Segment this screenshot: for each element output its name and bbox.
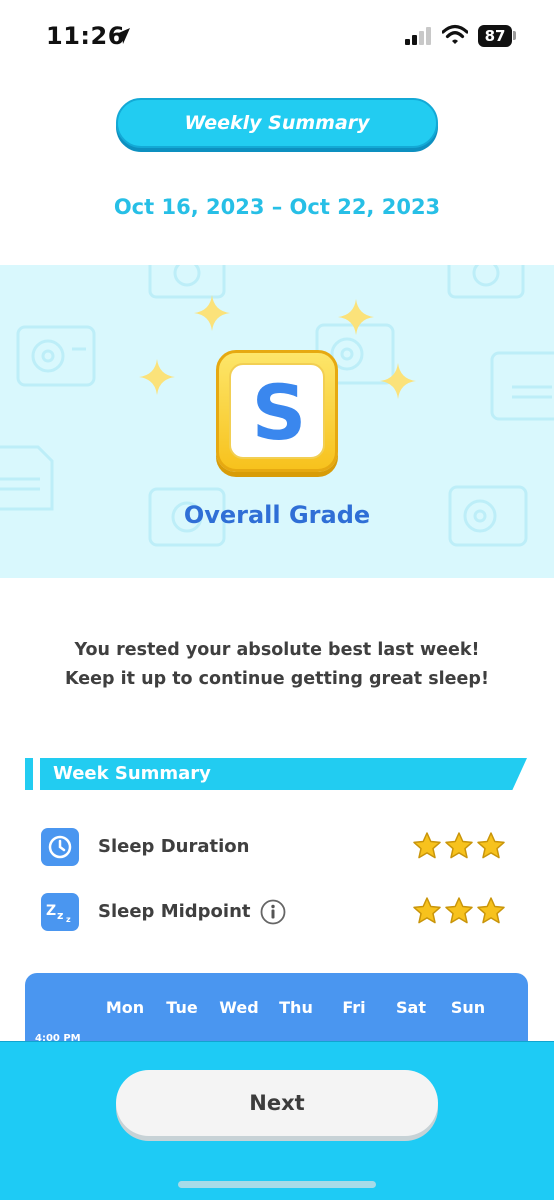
battery-tip	[513, 31, 516, 40]
star-icon	[445, 897, 473, 924]
day-label-sun: Sun	[450, 998, 486, 1017]
star-icon	[413, 897, 441, 924]
date-range: Oct 16, 2023 – Oct 22, 2023	[113, 195, 441, 219]
grade-banner: S Overall Grade	[0, 265, 554, 578]
star-icon	[445, 832, 473, 859]
metric-label: Sleep Duration	[98, 836, 250, 857]
status-bar: 11:26 87	[0, 0, 554, 72]
sparkle-icon	[380, 363, 416, 399]
day-label-thu: Thu	[279, 998, 313, 1017]
grade-badge-inner: S	[229, 363, 325, 459]
star-rating	[412, 896, 506, 928]
star-icon	[413, 832, 441, 859]
pokeball-card-decoration	[16, 325, 96, 387]
section-accent	[25, 758, 33, 790]
day-label-tue: Tue	[166, 998, 198, 1017]
weekly-summary-title: Weekly Summary	[116, 98, 438, 148]
pokeball-card-decoration	[447, 265, 525, 299]
wifi-icon	[442, 24, 468, 44]
day-label-mon: Mon	[105, 998, 145, 1017]
weekly-summary-label: Weekly Summary	[184, 112, 370, 134]
message-line-2: Keep it up to continue getting great sle…	[65, 669, 489, 689]
metric-row-sleep-duration: Sleep Duration	[0, 828, 554, 868]
message-line-1: You rested your absolute best last week!	[74, 640, 480, 660]
day-label-fri: Fri	[342, 998, 366, 1017]
bottom-action-panel: Next	[0, 1042, 554, 1200]
svg-text:Z: Z	[46, 903, 56, 919]
info-icon[interactable]	[260, 899, 286, 925]
overall-grade-label: Overall Grade	[183, 501, 371, 529]
day-label-sat: Sat	[396, 998, 426, 1017]
grade-badge: S	[216, 350, 338, 472]
location-arrow-icon	[114, 28, 130, 44]
notepad-decoration	[490, 351, 554, 421]
battery-level: 87	[484, 27, 506, 45]
pokeball-card-decoration	[148, 265, 226, 299]
week-summary-heading: Week Summary	[53, 763, 211, 784]
sparkle-icon	[194, 295, 230, 331]
svg-text:z: z	[66, 915, 71, 924]
home-indicator[interactable]	[178, 1181, 376, 1188]
day-label-wed: Wed	[219, 998, 259, 1017]
svg-text:z: z	[57, 909, 63, 922]
star-icon	[477, 897, 505, 924]
next-button-label: Next	[249, 1091, 305, 1115]
zzz-icon: Z z z	[41, 893, 79, 931]
battery-icon: 87	[478, 25, 512, 47]
clock-icon	[41, 828, 79, 866]
star-icon	[477, 832, 505, 859]
star-rating	[412, 831, 506, 863]
metric-row-sleep-midpoint: Z z z Sleep Midpoint	[0, 893, 554, 933]
grade-letter: S	[251, 368, 307, 457]
metric-label: Sleep Midpoint	[98, 901, 251, 922]
signal-bars-icon	[405, 27, 431, 45]
sparkle-icon	[338, 299, 374, 335]
encouragement-message: You rested your absolute best last week!…	[0, 636, 554, 694]
next-button[interactable]: Next	[116, 1070, 438, 1136]
sparkle-icon	[139, 359, 175, 395]
